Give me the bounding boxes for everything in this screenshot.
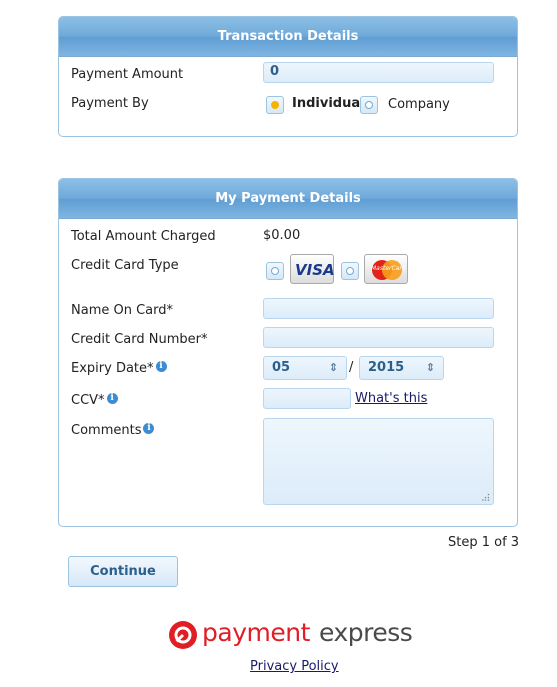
name-on-card-input[interactable]: [263, 298, 494, 319]
radio-dot-icon: [271, 101, 279, 109]
continue-button[interactable]: Continue: [68, 556, 178, 587]
info-icon[interactable]: i: [143, 423, 155, 434]
comments-textarea[interactable]: [263, 418, 494, 505]
comments-text: Comments: [71, 423, 142, 438]
privacy-policy-link[interactable]: Privacy Policy: [250, 659, 339, 674]
expiry-date-text: Expiry Date*: [71, 361, 154, 376]
expiry-separator: /: [349, 360, 354, 375]
mastercard-logo[interactable]: MasterCard: [364, 254, 408, 284]
info-icon[interactable]: i: [106, 393, 118, 404]
individual-radio[interactable]: [266, 96, 284, 114]
expiry-year-value: 2015: [368, 360, 405, 375]
mastercard-logo-text: MasterCard: [371, 265, 406, 272]
payment-express-logo-icon: [169, 621, 197, 649]
expiry-year-select[interactable]: 2015 ⇕: [359, 356, 444, 380]
company-label[interactable]: Company: [388, 97, 450, 112]
payment-details-title: My Payment Details: [59, 179, 517, 219]
transaction-details-title: Transaction Details: [59, 17, 517, 57]
individual-label[interactable]: Individual: [292, 96, 365, 111]
select-arrows-icon: ⇕: [328, 361, 338, 374]
ccv-label: CCV* i: [71, 393, 118, 408]
ccv-input[interactable]: [263, 388, 351, 409]
expiry-month-value: 05: [272, 360, 291, 375]
visa-logo[interactable]: VISA: [290, 254, 335, 284]
visa-radio[interactable]: [266, 262, 284, 280]
total-amount-label: Total Amount Charged: [71, 229, 216, 244]
expiry-date-label: Expiry Date* i: [71, 361, 167, 376]
card-number-label: Credit Card Number*: [71, 332, 208, 347]
company-radio[interactable]: [360, 96, 378, 114]
payment-amount-value: 0: [270, 64, 280, 79]
whats-this-link[interactable]: What's this: [355, 391, 427, 406]
payment-amount-label: Payment Amount: [71, 67, 184, 82]
payment-express-logo: payment express: [168, 618, 428, 652]
radio-dot-icon: [271, 267, 279, 275]
ccv-text: CCV*: [71, 393, 105, 408]
comments-label: Comments i: [71, 423, 155, 438]
brand-name-right: express: [319, 618, 413, 647]
payment-by-label: Payment By: [71, 96, 149, 111]
radio-dot-icon: [365, 101, 373, 109]
card-number-input[interactable]: [263, 327, 494, 348]
step-indicator: Step 1 of 3: [448, 535, 520, 550]
total-amount-value: $0.00: [263, 228, 301, 243]
expiry-month-select[interactable]: 05 ⇕: [263, 356, 347, 380]
mastercard-radio[interactable]: [341, 262, 359, 280]
name-on-card-label: Name On Card*: [71, 303, 174, 318]
payment-details-panel: My Payment Details Total Amount Charged …: [58, 178, 518, 527]
select-arrows-icon: ⇕: [425, 361, 435, 374]
transaction-details-panel: Transaction Details Payment Amount 0 Pay…: [58, 16, 518, 137]
brand-name-left: payment: [202, 618, 310, 647]
payment-amount-input[interactable]: 0: [263, 62, 494, 83]
visa-logo-text: VISA: [295, 261, 335, 279]
radio-dot-icon: [346, 267, 354, 275]
continue-button-label: Continue: [90, 564, 156, 579]
info-icon[interactable]: i: [155, 361, 167, 372]
resize-handle-icon[interactable]: [482, 493, 490, 501]
card-type-label: Credit Card Type: [71, 258, 179, 273]
